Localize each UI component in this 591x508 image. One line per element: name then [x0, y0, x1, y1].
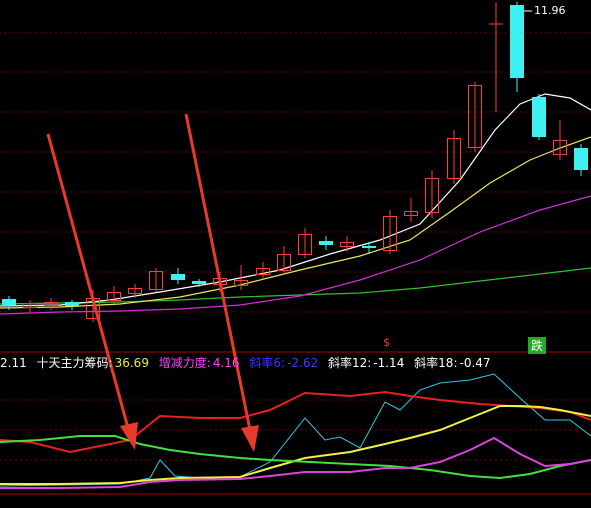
candle-down	[319, 236, 333, 250]
candles	[2, 2, 588, 322]
stock-chart	[0, 2, 591, 495]
ind-magenta-line	[0, 436, 591, 489]
signal-marker-s: $	[383, 336, 390, 349]
candle-down	[171, 268, 185, 284]
candle-up	[404, 198, 418, 222]
signal-marker-fall: 跌	[528, 337, 547, 354]
slope12-value: -1.14	[373, 356, 405, 370]
candle-up	[149, 268, 163, 292]
main-chip-label: 十天主力筹码:	[36, 356, 113, 370]
price-grid	[0, 32, 591, 461]
inc-dec-label: 增减力度:	[158, 356, 211, 370]
candle-down	[574, 144, 588, 176]
candle-up	[553, 120, 567, 160]
main-chip-value: 36.69	[114, 356, 149, 370]
high-price-label: 11.96	[534, 4, 566, 17]
slope18-label: 斜率18:	[414, 356, 458, 370]
inc-dec-value: 4.16	[212, 356, 240, 370]
candle-up	[447, 130, 461, 184]
slope6-label: 斜率6:	[249, 356, 286, 370]
ind-cyan-line	[0, 373, 591, 487]
candle-down	[362, 242, 376, 254]
slope12-label: 斜率12:	[327, 356, 372, 370]
candle-down	[532, 94, 546, 140]
slope6-value: -2.62	[287, 356, 319, 370]
candle-down	[510, 2, 524, 92]
candle-up	[128, 284, 142, 298]
indicator-bar: 2.11 十天主力筹码: 36.69 增减力度: 4.16 斜率6: -2.62 斜率…	[0, 354, 591, 372]
candle-up	[425, 170, 439, 218]
candle-up	[340, 236, 354, 252]
candle-up	[44, 298, 58, 310]
candle-up	[489, 2, 503, 112]
ma-white	[0, 93, 591, 307]
candle-up	[256, 262, 270, 278]
candle-up	[107, 286, 121, 304]
candle-up	[468, 82, 482, 152]
leading-value: 2.11	[0, 356, 27, 370]
slope18-value: -0.47	[459, 356, 491, 370]
ma-magenta	[0, 195, 591, 315]
candle-down	[65, 300, 79, 310]
